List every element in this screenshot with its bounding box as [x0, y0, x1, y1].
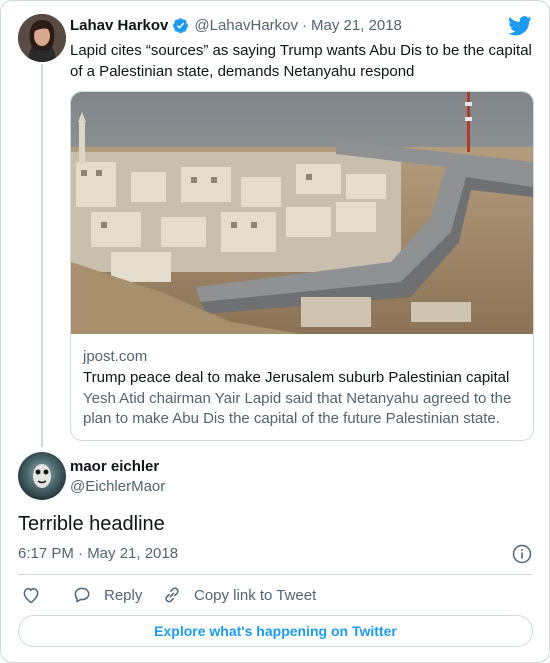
- quoted-tweet-header: Lahav Harkov @LahavHarkov · May 21, 2018: [70, 17, 402, 34]
- author-name[interactable]: maor eichler: [70, 458, 159, 475]
- link-description: Yesh Atid chairman Yair Lapid said that …: [83, 390, 512, 427]
- header-separator: ·: [302, 17, 307, 34]
- link-icon: [165, 587, 179, 603]
- copy-link-label: Copy link to Tweet: [194, 586, 317, 604]
- divider: [18, 574, 533, 575]
- tweet-embed-card: Lahav Harkov @LahavHarkov · May 21, 2018…: [0, 0, 550, 663]
- reply-icon: [74, 587, 90, 603]
- heart-icon: [23, 587, 39, 604]
- copy-link-button[interactable]: Copy link to Tweet: [162, 583, 316, 607]
- tweet-text: Terrible headline: [18, 513, 165, 535]
- explore-button[interactable]: Explore what's happening on Twitter: [18, 615, 533, 647]
- reply-label: Reply: [104, 586, 143, 604]
- avatar[interactable]: [18, 14, 66, 62]
- verified-badge-icon: [173, 18, 189, 34]
- author-handle[interactable]: @EichlerMaor: [70, 478, 165, 495]
- quoted-tweet-text: Lapid cites “sources” as saying Trump wa…: [70, 42, 532, 80]
- link-title: Trump peace deal to make Jerusalem subur…: [83, 369, 510, 386]
- author-handle[interactable]: @LahavHarkov: [194, 17, 298, 34]
- link-domain: jpost.com: [83, 348, 148, 365]
- reply-button[interactable]: Reply: [72, 583, 142, 607]
- article-image: [71, 92, 533, 334]
- author-name[interactable]: Lahav Harkov: [70, 17, 168, 34]
- tweet-date[interactable]: May 21, 2018: [311, 17, 402, 34]
- info-icon[interactable]: [512, 544, 532, 564]
- tweet-timestamp[interactable]: 6:17 PM · May 21, 2018: [18, 545, 178, 562]
- link-preview-card[interactable]: jpost.com Trump peace deal to make Jerus…: [70, 91, 534, 441]
- twitter-bird-icon[interactable]: [508, 16, 532, 36]
- thread-connector-line: [41, 64, 43, 447]
- like-button[interactable]: [21, 583, 53, 607]
- avatar[interactable]: [18, 452, 66, 500]
